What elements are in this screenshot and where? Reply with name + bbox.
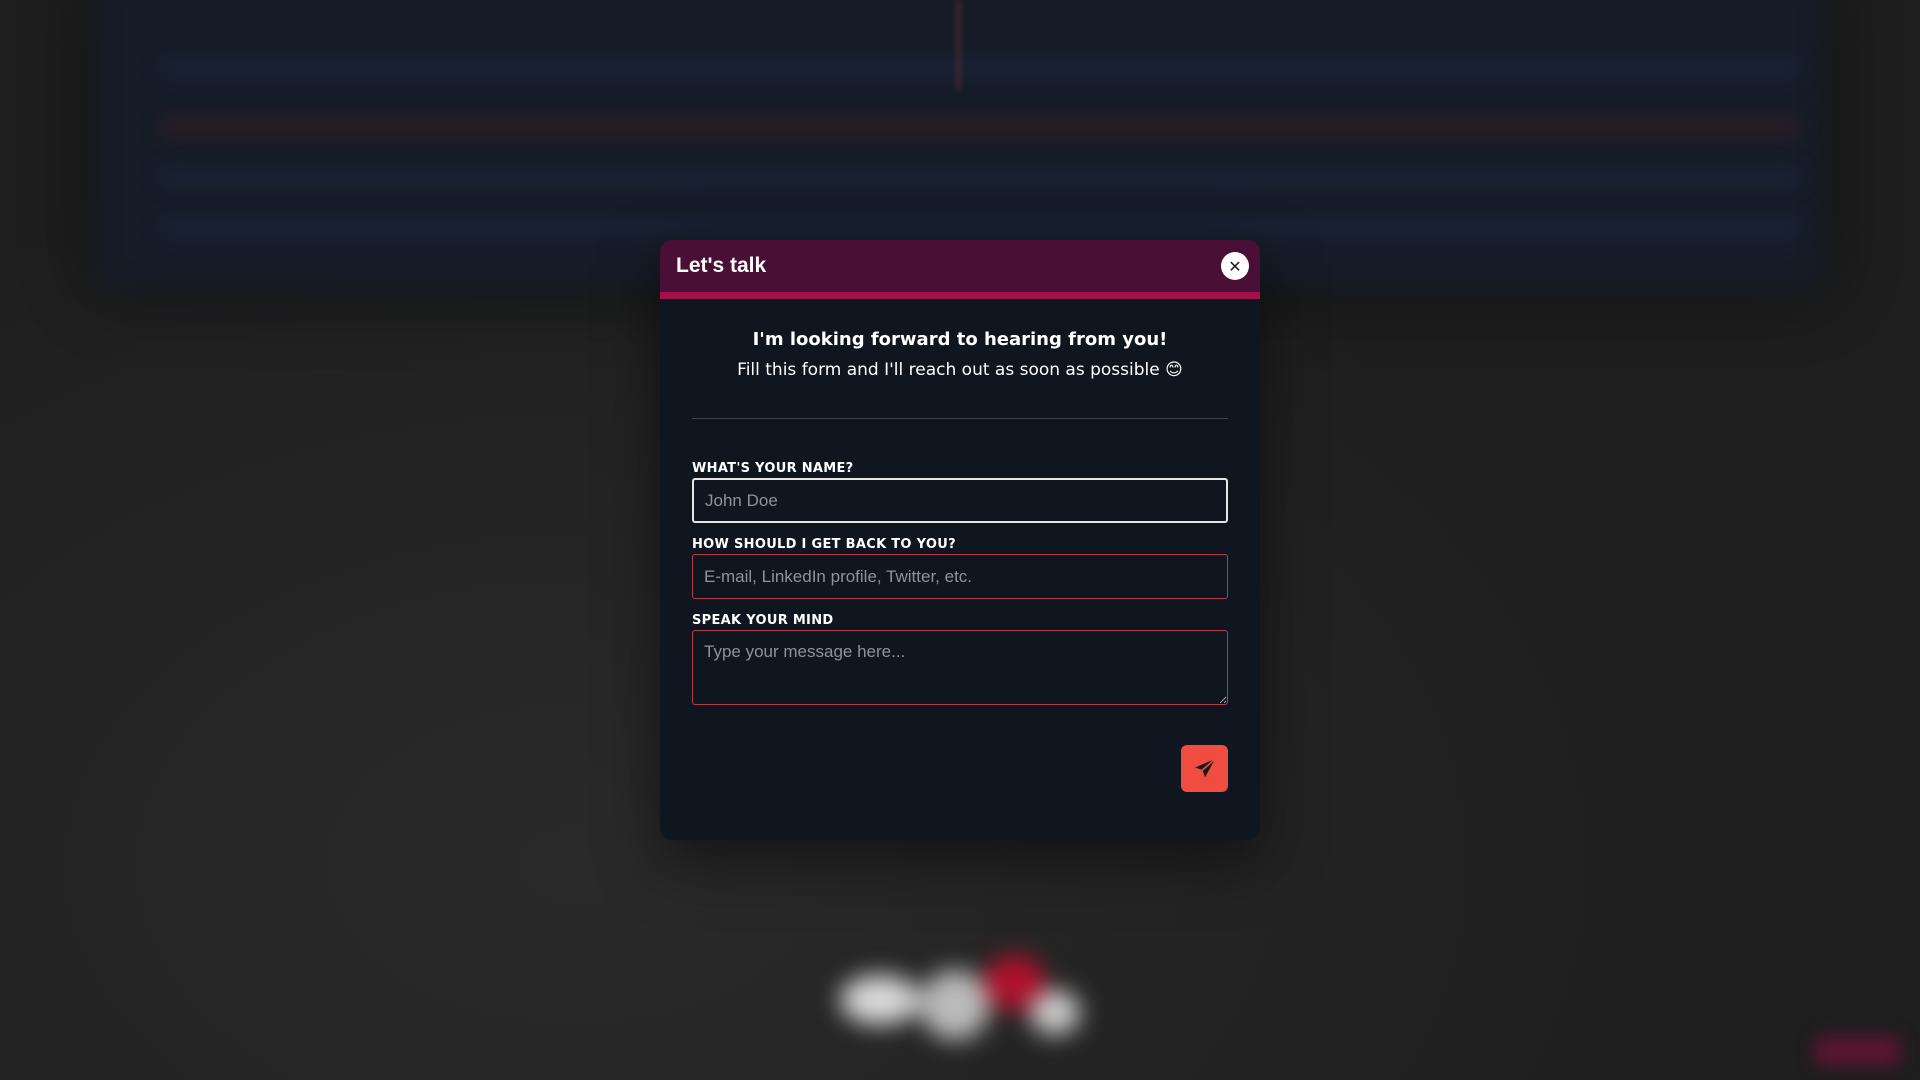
send-row [692,745,1228,792]
blurred-row [160,60,1800,74]
blurred-row [160,170,1800,184]
blurred-row [160,220,1800,234]
modal-header: Let's talk ✕ [660,240,1260,299]
message-group: SPEAK YOUR MIND [692,613,1228,709]
intro-text: Fill this form and I'll reach out as soo… [737,360,1183,380]
contact-label: HOW SHOULD I GET BACK TO YOU? [692,537,956,552]
contact-input[interactable] [692,554,1228,599]
close-button[interactable]: ✕ [1221,252,1249,280]
name-input[interactable] [692,478,1228,523]
message-textarea[interactable] [692,630,1228,705]
modal-body: I'm looking forward to hearing from you!… [660,299,1260,792]
close-icon: ✕ [1228,256,1242,276]
message-label: SPEAK YOUR MIND [692,613,834,628]
divider [692,418,1228,419]
contact-modal: Let's talk ✕ I'm looking forward to hear… [660,240,1260,840]
send-button[interactable] [1181,745,1228,792]
name-group: WHAT'S YOUR NAME? [692,461,1228,523]
modal-title: Let's talk [676,254,767,277]
blurred-footer-button [1815,1036,1900,1066]
blurred-row [160,120,1800,134]
blurred-divider [957,0,960,90]
paper-plane-icon [1194,757,1216,777]
blurred-logo [840,955,1080,1045]
contact-group: HOW SHOULD I GET BACK TO YOU? [692,537,1228,599]
name-label: WHAT'S YOUR NAME? [692,461,854,476]
intro-heading: I'm looking forward to hearing from you! [752,329,1168,350]
